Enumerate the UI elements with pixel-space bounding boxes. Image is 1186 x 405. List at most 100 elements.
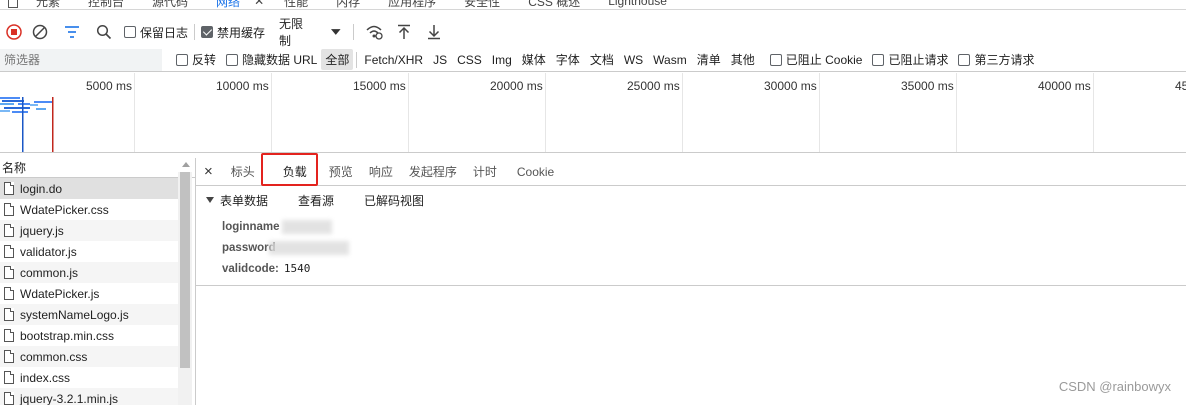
timeline-tick-label: 45 [1175,79,1186,93]
tab-performance[interactable]: 性能 [270,0,322,9]
request-name: index.css [20,370,71,385]
list-item[interactable]: validator.js [0,241,178,262]
tab-network[interactable]: 网络 [202,0,254,9]
search-icon[interactable] [92,21,116,43]
tab-console[interactable]: 控制台 [74,0,138,9]
filter-type-css[interactable]: CSS [453,51,486,69]
list-item[interactable]: common.css [0,346,178,367]
request-list-header[interactable]: 名称 [0,158,195,178]
timeline-tick-label: 25000 ms [627,79,680,93]
tab-css-overview[interactable]: CSS 概述 [514,0,594,9]
export-har-icon[interactable] [422,21,446,43]
close-icon[interactable]: ✕ [254,0,270,8]
scroll-up-icon[interactable] [182,162,190,167]
scrollbar-thumb[interactable] [180,172,190,368]
request-name: jquery.js [20,223,64,238]
preserve-log-checkbox[interactable]: 保留日志 [124,24,188,41]
list-item[interactable]: bootstrap.min.css [0,325,178,346]
filter-input[interactable] [0,48,162,71]
preserve-log-box[interactable] [124,26,136,38]
tab-lighthouse[interactable]: Lighthouse [594,0,681,8]
timeline-tick-label: 30000 ms [764,79,817,93]
tab-response[interactable]: 响应 [361,158,401,186]
blocked-cookies-box[interactable] [769,53,782,66]
triangle-down-icon[interactable] [206,197,214,203]
filter-type-doc[interactable]: 文档 [586,49,618,70]
tab-application[interactable]: 应用程序 [374,0,450,9]
filter-type-wasm[interactable]: Wasm [649,51,691,69]
inspect-icon[interactable] [8,0,18,8]
hide-data-url-box[interactable] [226,53,239,66]
tab-elements[interactable]: 元素 [22,0,74,9]
form-field-row: loginname [196,216,1186,237]
filter-type-img[interactable]: Img [488,51,516,69]
blocked-requests-checkbox[interactable]: 已阻止请求 [872,51,948,68]
view-decoded-button[interactable]: 已解码视图 [364,192,424,209]
list-item[interactable]: WdatePicker.js [0,283,178,304]
hide-data-url-checkbox[interactable]: 隐藏数据 URL [226,51,317,68]
divider [353,24,355,40]
highlight-box [261,153,318,186]
filter-type-all[interactable]: 全部 [321,49,354,70]
request-name: WdatePicker.js [20,286,100,301]
file-icon [4,182,14,195]
file-icon [4,224,14,237]
timeline-tick-label: 40000 ms [1038,79,1091,93]
clear-icon[interactable] [28,21,52,43]
filter-type-js[interactable]: JS [429,51,451,69]
filter-type-ws[interactable]: WS [620,51,647,69]
invert-box[interactable] [176,53,188,66]
watermark: CSDN @rainbowyx [1058,379,1171,394]
blocked-cookies-checkbox[interactable]: 已阻止 Cookie [769,51,862,68]
list-item[interactable]: common.js [0,262,178,283]
disable-cache-checkbox[interactable]: 禁用缓存 [201,24,265,41]
filter-type-manifest[interactable]: 清单 [693,49,725,70]
tab-cookies[interactable]: Cookie [505,158,562,186]
filter-type-other[interactable]: 其他 [727,49,759,70]
close-detail-icon[interactable]: × [196,158,223,186]
field-value: 1540 [283,262,311,275]
filter-type-media[interactable]: 媒体 [518,49,550,70]
filter-type-fetch-xhr[interactable]: Fetch/XHR [360,51,427,69]
tab-timing[interactable]: 计时 [465,158,505,186]
file-icon [4,245,14,258]
blocked-requests-label: 已阻止请求 [888,53,949,67]
tab-headers[interactable]: 标头 [223,158,263,186]
network-conditions-icon[interactable] [362,21,386,43]
hide-data-url-label: 隐藏数据 URL [242,53,318,67]
timeline-tick-label: 20000 ms [490,79,543,93]
third-party-box[interactable] [958,53,971,66]
form-data-section-header[interactable]: 表单数据 查看源 已解码视图 [196,186,1186,214]
list-item[interactable]: systemNameLogo.js [0,304,178,325]
filter-icon[interactable] [60,21,84,43]
list-item[interactable]: login.do [0,178,178,199]
request-name: common.js [20,265,79,280]
filter-type-font[interactable]: 字体 [552,49,584,70]
file-icon [4,308,14,321]
timeline-overview[interactable]: 5000 ms 10000 ms 15000 ms 20000 ms 25000… [0,73,1186,153]
file-icon [4,371,14,384]
throttling-select[interactable]: 无限制 [275,15,345,49]
disable-cache-label: 禁用缓存 [217,25,266,40]
devtools-tab-strip: 元素 控制台 源代码 网络 ✕ 性能 内存 应用程序 安全性 CSS 概述 Li… [0,0,1186,10]
file-icon [4,266,14,279]
disable-cache-box[interactable] [201,26,214,38]
request-list-scrollbar[interactable] [178,172,192,405]
redacted-value [268,240,349,255]
blocked-requests-box[interactable] [872,53,885,66]
record-stop-icon[interactable] [2,21,26,43]
invert-checkbox[interactable]: 反转 [176,51,216,68]
tab-preview[interactable]: 预览 [321,158,361,186]
third-party-checkbox[interactable]: 第三方请求 [958,51,1035,68]
view-source-button[interactable]: 查看源 [298,192,334,209]
import-har-icon[interactable] [392,21,416,43]
tab-memory[interactable]: 内存 [322,0,374,9]
tab-initiator[interactable]: 发起程序 [401,158,465,186]
list-item[interactable]: jquery.js [0,220,178,241]
list-item[interactable]: WdatePicker.css [0,199,178,220]
list-item[interactable]: index.css [0,367,178,388]
tab-sources[interactable]: 源代码 [138,0,202,9]
timeline-gridline [956,73,957,152]
list-item[interactable]: jquery-3.2.1.min.js [0,388,178,405]
tab-security[interactable]: 安全性 [450,0,514,9]
